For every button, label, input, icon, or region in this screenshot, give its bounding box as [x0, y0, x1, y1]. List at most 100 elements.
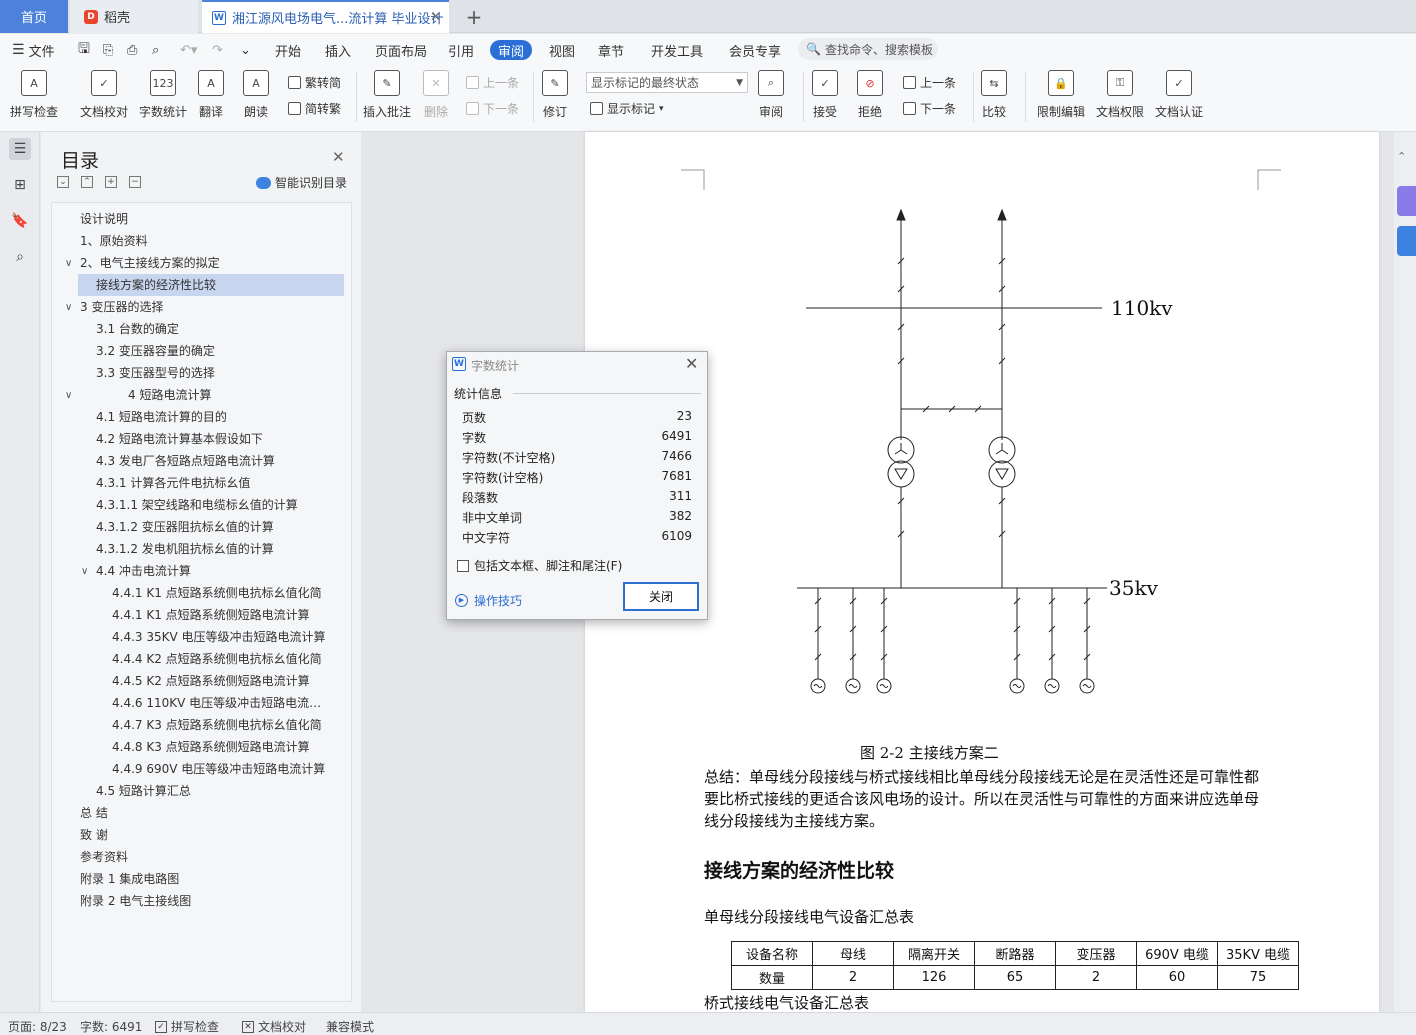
new-tab-button[interactable]: + — [462, 0, 486, 33]
toc-item[interactable]: 4.4.5 K2 点短路系统侧短路电流计算 — [112, 670, 310, 692]
menu-references[interactable]: 引用 — [448, 40, 474, 60]
menu-member[interactable]: 会员专享 — [729, 40, 781, 60]
read-aloud-button[interactable]: A 朗读 — [243, 70, 269, 120]
chevron-down-icon[interactable]: ∨ — [65, 390, 72, 401]
file-menu[interactable]: ☰ 文件 — [12, 40, 55, 60]
toc-item[interactable]: 4.4.3 35KV 电压等级冲击短路电流计算 — [112, 626, 326, 648]
toc-item[interactable]: 4.4.9 690V 电压等级冲击短路电流计算 — [112, 758, 325, 780]
toc-item[interactable]: 4.3 发电厂各短路点短路电流计算 — [96, 450, 275, 472]
checkbox-box[interactable] — [457, 559, 469, 572]
chevron-down-icon[interactable]: ∨ — [81, 566, 88, 577]
prev-change-button[interactable]: 上一条 — [903, 74, 956, 91]
page-indicator[interactable]: 页面: 8/23 — [8, 1018, 67, 1035]
menu-developer[interactable]: 开发工具 — [651, 40, 703, 60]
translate-button[interactable]: A 翻译 — [198, 70, 224, 120]
traditional-to-simplified-button[interactable]: 繁转简 — [288, 74, 341, 91]
toc-item[interactable]: 4.4.1 K1 点短路系统侧电抗标幺值化简 — [112, 582, 322, 604]
toc-item[interactable]: 4.4.1 K1 点短路系统侧短路电流计算 — [112, 604, 310, 626]
accept-button[interactable]: ✓ 接受 — [812, 70, 838, 120]
toc-item[interactable]: 4.1 短路电流计算的目的 — [96, 406, 227, 428]
toc-item[interactable]: 4.3.1.1 架空线路和电缆标幺值的计算 — [96, 494, 298, 516]
toc-item[interactable]: 1、原始资料 — [80, 230, 148, 252]
side-tool-icon[interactable] — [1397, 186, 1416, 216]
toc-item[interactable]: 4.3.1.2 发电机阻抗标幺值的计算 — [96, 538, 274, 560]
next-change-button[interactable]: 下一条 — [903, 100, 956, 117]
toc-panel-icon[interactable]: ☰ — [9, 138, 31, 160]
chevron-down-icon[interactable]: ∨ — [65, 258, 72, 269]
toc-item[interactable]: 3 变压器的选择 — [80, 296, 163, 318]
redo-icon[interactable]: ↷ — [212, 40, 223, 60]
print-icon[interactable]: ⎙ — [127, 40, 137, 60]
tips-link[interactable]: ▶ 操作技巧 — [455, 592, 522, 609]
close-icon[interactable]: ✕ — [332, 148, 345, 166]
close-button[interactable]: 关闭 — [623, 582, 699, 611]
collapse-up-icon[interactable]: ⌃ — [1397, 150, 1416, 180]
toc-item[interactable]: 附录 2 电气主接线图 — [80, 890, 191, 912]
document-certify-button[interactable]: ✓ 文档认证 — [1155, 70, 1203, 120]
menu-start[interactable]: 开始 — [275, 40, 301, 60]
toc-item[interactable]: 4.3.1.2 变压器阻抗标幺值的计算 — [96, 516, 274, 538]
tab-document[interactable]: W 湘江源风电场电气...流计算 毕业设计 ✕ — [202, 0, 449, 33]
command-search[interactable]: 🔍 查找命令、搜索模板 — [798, 38, 938, 60]
status-spell-check[interactable]: ✓ 拼写检查 — [155, 1018, 219, 1035]
close-tab-icon[interactable]: ✕ — [430, 10, 441, 25]
toc-item[interactable]: 4 短路电流计算 — [128, 384, 211, 406]
menu-insert[interactable]: 插入 — [325, 40, 351, 60]
menu-review[interactable]: 审阅 — [490, 40, 533, 60]
menu-view[interactable]: 视图 — [549, 40, 575, 60]
toc-item[interactable]: 3.1 台数的确定 — [96, 318, 179, 340]
status-proofread[interactable]: ✕ 文档校对 — [242, 1018, 306, 1035]
compare-button[interactable]: ⇆ 比较 — [981, 70, 1007, 120]
include-textbox-checkbox[interactable]: 包括文本框、脚注和尾注(F) — [457, 557, 622, 574]
toc-item[interactable]: 4.4.6 110KV 电压等级冲击短路电流计算 — [112, 692, 330, 714]
close-icon[interactable]: ✕ — [685, 354, 698, 373]
toc-item[interactable]: 参考资料 — [80, 846, 128, 868]
toc-item[interactable]: 附录 1 集成电路图 — [80, 868, 179, 890]
toc-item[interactable]: 4.4.8 K3 点短路系统侧短路电流计算 — [112, 736, 310, 758]
track-changes-button[interactable]: ✎ 修订 — [542, 70, 568, 120]
side-document-icon[interactable] — [1397, 226, 1416, 256]
markup-state-select[interactable]: 显示标记的最终状态 ▼ — [586, 72, 748, 93]
toc-item[interactable]: 4.2 短路电流计算基本假设如下 — [96, 428, 263, 450]
collapse-all-icon[interactable]: ⌄ — [57, 176, 69, 188]
restrict-editing-button[interactable]: 🔒 限制编辑 — [1037, 70, 1085, 120]
proofread-button[interactable]: ✓ 文档校对 — [80, 70, 128, 120]
show-markup-button[interactable]: 显示标记 ▾ — [590, 100, 664, 117]
prev-comment-button[interactable]: 上一条 — [466, 74, 519, 91]
simplified-to-traditional-button[interactable]: 简转繁 — [288, 100, 341, 117]
print-preview-icon[interactable]: ⌕ — [152, 40, 159, 60]
tab-docer[interactable]: D 稻壳 — [70, 0, 198, 33]
undo-icon[interactable]: ↶▾ — [180, 40, 197, 60]
format-painter-icon[interactable]: ⎘ — [103, 40, 113, 60]
toc-item[interactable]: 4.4.7 K3 点短路系统侧电抗标幺值化简 — [112, 714, 322, 736]
toc-item-selected[interactable]: 接线方案的经济性比较 — [78, 274, 344, 296]
next-comment-button[interactable]: 下一条 — [466, 100, 519, 117]
find-icon[interactable]: ⌕ — [9, 246, 31, 268]
toc-item[interactable]: 致 谢 — [80, 824, 108, 846]
toc-item[interactable]: 设计说明 — [80, 208, 128, 230]
toc-item[interactable]: 2、电气主接线方案的拟定 — [80, 252, 220, 274]
delete-comment-button[interactable]: ✕ 删除 — [423, 70, 449, 120]
tab-home[interactable]: 首页 — [0, 0, 68, 33]
add-heading-icon[interactable]: + — [105, 176, 117, 188]
reject-button[interactable]: ⊘ 拒绝 — [857, 70, 883, 120]
toc-item[interactable]: 4.5 短路计算汇总 — [96, 780, 191, 802]
menu-layout[interactable]: 页面布局 — [375, 40, 427, 60]
word-count-button[interactable]: 123 字数统计 — [139, 70, 187, 120]
toc-item[interactable]: 3.2 变压器容量的确定 — [96, 340, 215, 362]
toc-item[interactable]: 4.4.4 K2 点短路系统侧电抗标幺值化简 — [112, 648, 322, 670]
toc-item[interactable]: 总 结 — [80, 802, 108, 824]
chevron-down-icon[interactable]: ∨ — [65, 302, 72, 313]
smart-toc-button[interactable]: 智能识别目录 — [256, 174, 347, 191]
review-pane-button[interactable]: ⌕ 审阅 — [758, 70, 784, 120]
toc-item[interactable]: 3.3 变压器型号的选择 — [96, 362, 215, 384]
menu-section[interactable]: 章节 — [598, 40, 624, 60]
toc-item[interactable]: 4.3.1 计算各元件电抗标幺值 — [96, 472, 250, 494]
document-rights-button[interactable]: ⚿ 文档权限 — [1096, 70, 1144, 120]
remove-heading-icon[interactable]: − — [129, 176, 141, 188]
more-chevron-icon[interactable]: ⌄ — [240, 40, 251, 60]
spell-check-button[interactable]: A 拼写检查 — [10, 70, 58, 120]
expand-up-icon[interactable]: ⌃ — [81, 176, 93, 188]
navigation-icon[interactable]: ⊞ — [9, 174, 31, 196]
save-icon[interactable]: 🖫 — [78, 40, 90, 60]
